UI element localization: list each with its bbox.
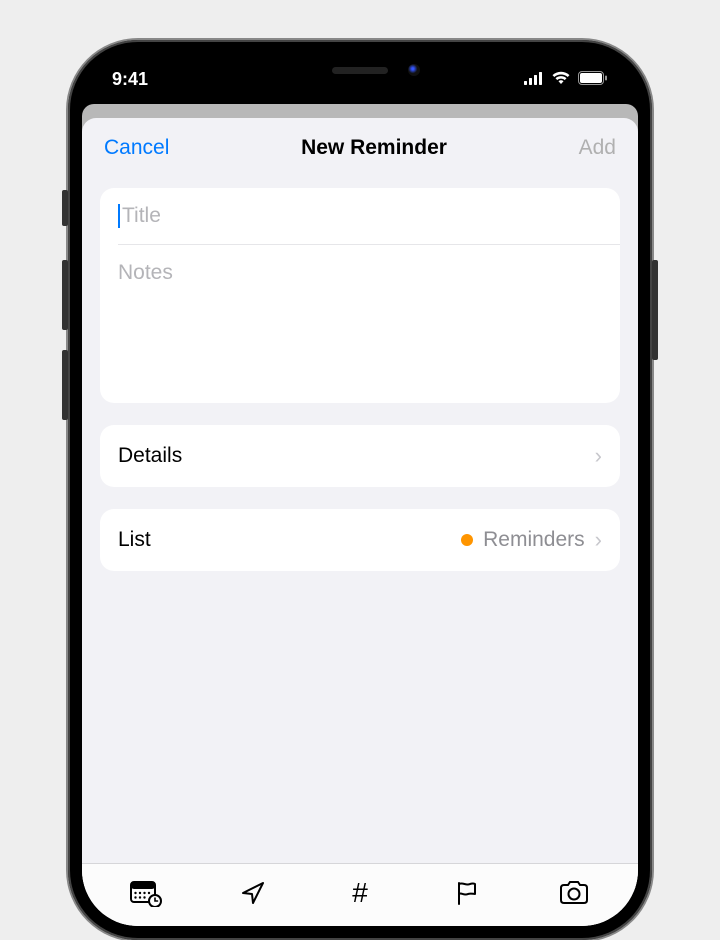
chevron-right-icon: › <box>595 443 602 469</box>
side-button-silent <box>62 190 68 226</box>
details-right: › <box>595 443 602 469</box>
notes-input[interactable] <box>118 261 602 381</box>
list-right: Reminders › <box>461 527 602 553</box>
keyboard-toolbar: # <box>82 863 638 926</box>
list-label: List <box>118 528 151 552</box>
phone-frame: 9:41 <box>68 40 652 940</box>
list-color-dot <box>461 534 473 546</box>
status-time: 9:41 <box>112 69 148 90</box>
status-right <box>524 69 608 90</box>
notch <box>260 54 460 86</box>
side-button-volume-down <box>62 350 68 420</box>
sheet-title: New Reminder <box>301 136 447 160</box>
side-button-volume-up <box>62 260 68 330</box>
notes-row <box>100 245 620 403</box>
sheet-backdrop: Cancel New Reminder Add <box>82 104 638 926</box>
title-notes-card <box>100 188 620 403</box>
phone-screen: 9:41 <box>82 54 638 926</box>
svg-text:#: # <box>352 879 368 907</box>
sheet-header: Cancel New Reminder Add <box>82 118 638 178</box>
tag-icon[interactable]: # <box>343 878 377 908</box>
sheet-body: Details › List Reminders › <box>82 178 638 863</box>
wifi-icon <box>551 69 571 90</box>
details-row[interactable]: Details › <box>100 425 620 487</box>
location-icon[interactable] <box>236 878 270 908</box>
list-value: Reminders <box>483 528 585 552</box>
cellular-icon <box>524 69 544 90</box>
details-label: Details <box>118 444 182 468</box>
new-reminder-sheet: Cancel New Reminder Add <box>82 118 638 926</box>
battery-icon <box>578 69 608 90</box>
add-button[interactable]: Add <box>579 136 616 160</box>
chevron-right-icon: › <box>595 527 602 553</box>
details-card: Details › <box>100 425 620 487</box>
list-row[interactable]: List Reminders › <box>100 509 620 571</box>
side-button-power <box>652 260 658 360</box>
cancel-button[interactable]: Cancel <box>104 136 169 160</box>
title-row <box>100 188 620 244</box>
speaker-grille <box>332 67 388 74</box>
title-input[interactable] <box>118 204 602 228</box>
calendar-time-icon[interactable] <box>129 878 163 908</box>
list-card: List Reminders › <box>100 509 620 571</box>
flag-icon[interactable] <box>450 878 484 908</box>
front-camera <box>408 64 420 76</box>
camera-icon[interactable] <box>557 878 591 908</box>
